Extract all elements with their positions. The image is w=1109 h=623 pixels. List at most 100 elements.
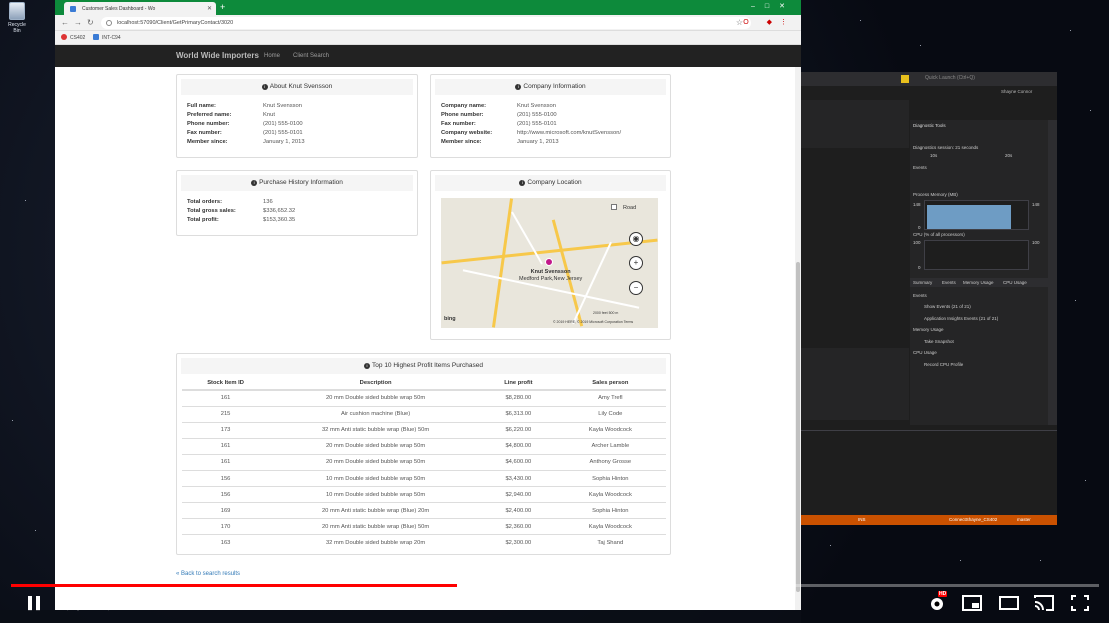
table-header: Line profit: [482, 376, 555, 391]
recycle-bin-icon[interactable]: Recycle Bin: [4, 2, 30, 34]
table-cell: 156: [182, 469, 270, 487]
bing-logo: bing: [444, 316, 456, 322]
filter-icon[interactable]: [901, 75, 909, 83]
bookmark-int[interactable]: INT-C94: [102, 35, 121, 41]
table-cell: $4,800.00: [482, 437, 555, 455]
vs-user-name[interactable]: Shayne Connor: [1001, 89, 1032, 94]
status-branch[interactable]: master: [1017, 517, 1031, 522]
table-cell: 20 mm Double sided bubble wrap 50m: [269, 437, 483, 455]
nav-home-link[interactable]: Home: [264, 53, 280, 59]
about-label: Phone number:: [187, 121, 230, 127]
map-copyright: © 2019 HERE, © 2019 Microsoft Corporatio…: [553, 320, 634, 324]
zoom-out-icon[interactable]: −: [629, 281, 643, 295]
cast-icon[interactable]: [1034, 595, 1054, 613]
table-row: 161 20 mm Double sided bubble wrap 50m $8,…: [182, 389, 666, 407]
bookmark-icon: [61, 34, 67, 40]
forward-icon[interactable]: →: [74, 18, 82, 27]
vs-side-tabs: [1048, 120, 1057, 425]
mem-min: 0: [918, 225, 921, 230]
table-header: Description: [269, 376, 483, 391]
time-tick: 10s: [930, 153, 938, 158]
brand-link[interactable]: World Wide Importers: [176, 51, 259, 60]
info-icon: i: [364, 363, 371, 369]
events-label: Events: [913, 165, 927, 170]
table-row: 163 32 mm Double sided bubble wrap 20m $2,…: [182, 534, 666, 551]
table-cell: Archer Lamble: [554, 437, 666, 455]
record-cpu-button[interactable]: Record CPU Profile: [924, 362, 963, 367]
bookmark-cs402[interactable]: CS402: [70, 35, 85, 41]
company-value: Knut Svensson: [517, 103, 556, 109]
company-panel: i Company Information Company name: Knut S…: [430, 74, 671, 158]
take-snapshot-button[interactable]: Take Snapshot: [924, 339, 954, 344]
table-cell: $2,940.00: [482, 486, 555, 503]
miniplayer-icon[interactable]: [962, 595, 982, 613]
settings-gear-icon[interactable]: HD: [928, 591, 948, 613]
show-events-link[interactable]: Show Events (21 of 21): [924, 304, 971, 309]
company-panel-header: i Company Information: [435, 79, 666, 95]
map-view[interactable]: Road ◉ + − Knut Svensson Medford Park,New…: [441, 198, 658, 328]
extension-icons[interactable]: O ◆⋮: [743, 18, 795, 26]
cpu-min: 0: [918, 265, 921, 270]
tab-cpu-usage[interactable]: CPU Usage: [1003, 280, 1027, 285]
tab-summary[interactable]: Summary: [913, 280, 932, 285]
zoom-in-icon[interactable]: +: [629, 256, 643, 270]
status-repo[interactable]: ConnectShayne_CS402: [949, 517, 997, 522]
road-checkbox[interactable]: [611, 204, 617, 210]
tab-memory-usage[interactable]: Memory Usage: [963, 280, 994, 285]
table-cell: 32 mm Anti static bubble wrap (Blue) 50m: [269, 421, 483, 439]
company-value[interactable]: http://www.microsoft.com/knutSvensson/: [517, 130, 621, 136]
map-pin-icon[interactable]: [545, 258, 553, 266]
company-title: Company Information: [523, 83, 586, 90]
window-controls-icon[interactable]: –□✕: [751, 2, 795, 10]
back-icon[interactable]: ←: [61, 18, 69, 27]
table-cell: 20 mm Double sided bubble wrap 50m: [269, 453, 483, 471]
table-cell: 161: [182, 453, 270, 471]
purchase-title: Purchase History Information: [259, 179, 343, 186]
url-text: localhost:57090/Client/GetPrimaryContact…: [117, 20, 234, 26]
company-value: (201) 555-0101: [517, 121, 557, 127]
tab-events[interactable]: Events: [942, 280, 956, 285]
theater-mode-icon[interactable]: [999, 595, 1019, 613]
url-bar[interactable]: localhost:57090/Client/GetPrimaryContact…: [101, 17, 751, 29]
windows-taskbar: [0, 610, 801, 623]
nav-client-search-link[interactable]: Client Search: [293, 53, 329, 59]
company-value: January 1, 2013: [517, 139, 559, 145]
favicon-icon: [70, 6, 76, 12]
back-to-search-link[interactable]: « Back to search results: [176, 571, 240, 577]
bookmark-star-icon[interactable]: ☆: [736, 18, 743, 27]
scrollbar-thumb[interactable]: [796, 262, 800, 592]
table-cell: $2,360.00: [482, 518, 555, 535]
locate-icon[interactable]: ◉: [629, 232, 643, 246]
table-cell: $4,600.00: [482, 453, 555, 471]
about-label: Fax number:: [187, 130, 222, 136]
about-value: January 1, 2013: [263, 139, 305, 145]
table-cell: $3,430.00: [482, 469, 555, 487]
about-label: Preferred name:: [187, 112, 232, 118]
browser-tab-bar: Customer Sales Dashboard - Wo ✕ + –□✕: [55, 0, 801, 15]
cpu-max: 100: [1032, 240, 1040, 245]
table-cell: 156: [182, 486, 270, 503]
table-cell: 20 mm Anti static bubble wrap (Blue) 50m: [269, 518, 483, 535]
table-row: 156 10 mm Double sided bubble wrap 50m $2,…: [182, 486, 666, 503]
video-progress-played[interactable]: [11, 584, 458, 587]
new-tab-icon[interactable]: +: [220, 2, 225, 12]
diag-tabs: Summary Events Memory Usage CPU Usage: [910, 278, 1048, 287]
fullscreen-icon[interactable]: [1071, 595, 1091, 613]
close-tab-icon[interactable]: ✕: [207, 5, 212, 12]
table-cell: 215: [182, 405, 270, 423]
quick-launch-input[interactable]: Quick Launch (Ctrl+Q): [925, 75, 975, 81]
status-ins: INS: [858, 517, 866, 522]
company-label: Company name:: [441, 103, 487, 109]
reload-icon[interactable]: ↻: [87, 18, 94, 27]
road-toggle[interactable]: Road: [611, 204, 636, 211]
about-label: Member since:: [187, 139, 228, 145]
memory-chart: [924, 200, 1029, 230]
location-panel: i Company Location Road ◉ + − Knut Svenss…: [430, 170, 671, 340]
diag-session: Diagnostics session: 21 seconds: [913, 145, 979, 150]
browser-tab[interactable]: Customer Sales Dashboard - Wo ✕: [64, 2, 216, 15]
purchase-value: $153,360.35: [263, 217, 296, 223]
table-cell: 32 mm Double sided bubble wrap 20m: [269, 534, 483, 551]
about-label: Full name:: [187, 103, 216, 109]
ai-events-link[interactable]: Application Insights Events (21 of 21): [924, 316, 998, 321]
vs-status-bar: INS ConnectShayne_CS402 master: [801, 515, 1057, 525]
